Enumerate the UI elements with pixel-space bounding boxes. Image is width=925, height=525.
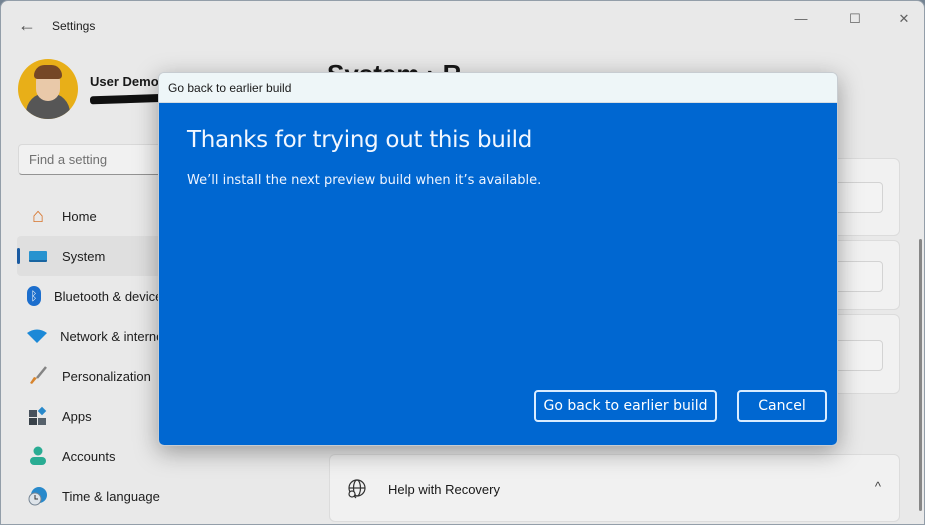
dialog-heading: Thanks for trying out this build [187,127,533,153]
go-back-dialog: Go back to earlier build Thanks for tryi… [158,72,838,446]
dialog-title-bar: Go back to earlier build [159,73,837,103]
dialog-message: We’ll install the next preview build whe… [187,173,542,188]
dialog-title: Go back to earlier build [168,81,292,95]
go-back-button[interactable]: Go back to earlier build [534,390,717,422]
cancel-button[interactable]: Cancel [737,390,827,422]
dialog-body: Thanks for trying out this build We’ll i… [159,103,837,445]
